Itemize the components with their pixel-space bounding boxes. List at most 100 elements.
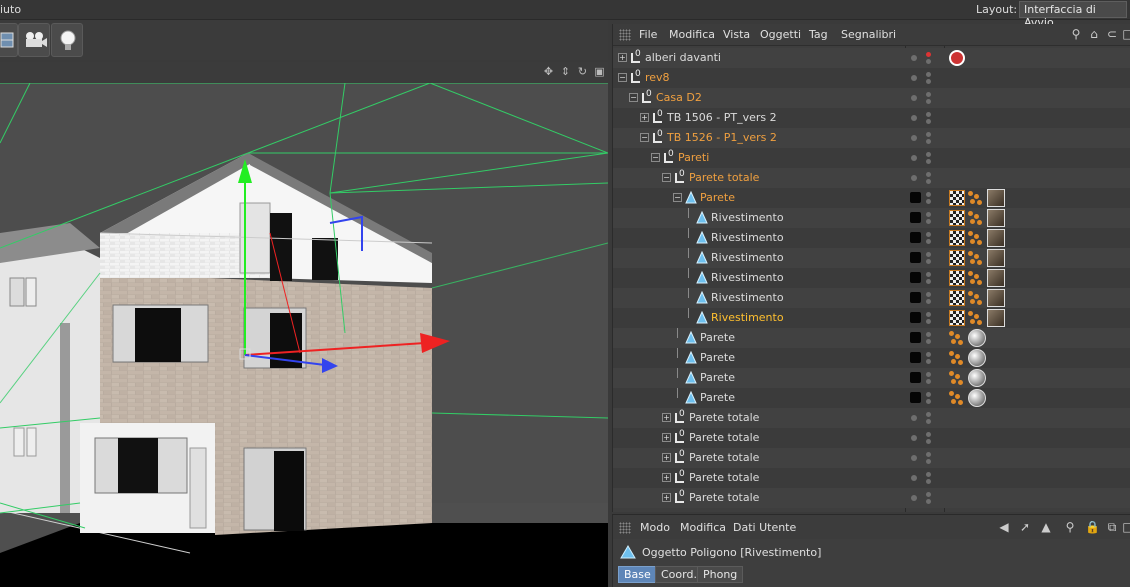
editor-visibility-dot[interactable]: [926, 299, 931, 304]
tree-row[interactable]: +0 Parete totale: [613, 468, 1130, 488]
render-visibility-dot[interactable]: [926, 192, 931, 197]
layout-dropdown[interactable]: Interfaccia di Avvio: [1019, 1, 1127, 29]
render-visibility-dot[interactable]: [926, 72, 931, 77]
tree-row[interactable]: Parete: [613, 368, 1130, 388]
object-name[interactable]: Rivestimento: [711, 311, 784, 324]
visibility-dot[interactable]: [911, 75, 917, 81]
editor-visibility-dot[interactable]: [926, 319, 931, 324]
expand-icon[interactable]: +: [662, 473, 671, 482]
menu-modifica[interactable]: Modifica: [669, 28, 715, 41]
object-name[interactable]: Parete totale: [689, 451, 759, 464]
display-color-swatch[interactable]: [910, 212, 921, 223]
render-visibility-dot[interactable]: [926, 292, 931, 297]
render-visibility-dot[interactable]: [926, 212, 931, 217]
material-tag-icon[interactable]: [987, 229, 1005, 247]
object-name[interactable]: Rivestimento: [711, 271, 784, 284]
menu-segnalibri[interactable]: Segnalibri: [841, 28, 896, 41]
material-tag-icon[interactable]: [987, 189, 1005, 207]
menu-tag[interactable]: Tag: [809, 28, 828, 41]
editor-visibility-dot[interactable]: [926, 479, 931, 484]
expand-icon[interactable]: □: [1121, 27, 1130, 41]
link-icon[interactable]: ⊂: [1105, 27, 1119, 41]
editor-visibility-dot[interactable]: [926, 99, 931, 104]
visibility-dot[interactable]: [911, 55, 917, 61]
object-name[interactable]: TB 1506 - PT_vers 2: [667, 111, 777, 124]
render-visibility-dot[interactable]: [926, 172, 931, 177]
visibility-dot[interactable]: [911, 175, 917, 181]
editor-visibility-dot[interactable]: [926, 139, 931, 144]
selection-tag-icon[interactable]: [949, 371, 965, 385]
expand-icon[interactable]: +: [662, 493, 671, 502]
display-color-swatch[interactable]: [910, 392, 921, 403]
object-name[interactable]: Parete: [700, 191, 735, 204]
editor-visibility-dot[interactable]: [926, 279, 931, 284]
visibility-dot[interactable]: [911, 95, 917, 101]
display-color-swatch[interactable]: [910, 352, 921, 363]
panel-grip-icon[interactable]: [619, 522, 631, 534]
tree-row[interactable]: +0 Parete totale: [613, 408, 1130, 428]
object-name[interactable]: Rivestimento: [711, 291, 784, 304]
selection-tag-icon[interactable]: [968, 311, 984, 325]
tree-row[interactable]: +0 Parete totale: [613, 428, 1130, 448]
object-name[interactable]: Parete totale: [689, 171, 759, 184]
expand-icon[interactable]: +: [662, 433, 671, 442]
selection-tag-icon[interactable]: [949, 351, 965, 365]
tree-row[interactable]: Rivestimento: [613, 208, 1130, 228]
new-window-icon[interactable]: ⧉: [1105, 520, 1119, 534]
tree-row[interactable]: +0 alberi davanti: [613, 48, 1130, 68]
object-name[interactable]: Parete totale: [689, 471, 759, 484]
render-visibility-dot[interactable]: [926, 492, 931, 497]
material-tag-icon[interactable]: [987, 249, 1005, 267]
editor-visibility-dot[interactable]: [926, 199, 931, 204]
tab-coord[interactable]: Coord.: [655, 566, 703, 583]
uvw-tag-icon[interactable]: [949, 250, 965, 266]
render-visibility-dot[interactable]: [926, 132, 931, 137]
render-visibility-dot[interactable]: [926, 432, 931, 437]
tree-row[interactable]: +0 Parete totale: [613, 488, 1130, 508]
render-visibility-dot[interactable]: [926, 232, 931, 237]
render-tag-icon[interactable]: [949, 50, 965, 66]
editor-visibility-dot[interactable]: [926, 119, 931, 124]
object-name[interactable]: Rivestimento: [711, 251, 784, 264]
tree-row[interactable]: − Parete: [613, 188, 1130, 208]
render-visibility-dot[interactable]: [926, 252, 931, 257]
tree-row[interactable]: Parete: [613, 348, 1130, 368]
selection-tag-icon[interactable]: [968, 271, 984, 285]
editor-visibility-dot[interactable]: [926, 259, 931, 264]
display-color-swatch[interactable]: [910, 192, 921, 203]
selection-tag-icon[interactable]: [968, 191, 984, 205]
object-name[interactable]: Parete: [700, 391, 735, 404]
menu-help[interactable]: iuto: [0, 3, 21, 16]
display-color-swatch[interactable]: [910, 272, 921, 283]
uvw-tag-icon[interactable]: [949, 230, 965, 246]
render-visibility-dot[interactable]: [926, 472, 931, 477]
editor-visibility-dot[interactable]: [926, 179, 931, 184]
object-name[interactable]: alberi davanti: [645, 51, 721, 64]
tab-base[interactable]: Base: [618, 566, 657, 583]
selection-tag-icon[interactable]: [968, 251, 984, 265]
render-visibility-dot[interactable]: [926, 372, 931, 377]
tree-row[interactable]: −0 rev8: [613, 68, 1130, 88]
visibility-dot[interactable]: [911, 115, 917, 121]
maximize-view-icon[interactable]: ▣: [593, 65, 606, 78]
object-name[interactable]: rev8: [645, 71, 670, 84]
move-view-icon[interactable]: ✥: [542, 65, 555, 78]
expand-icon[interactable]: +: [662, 453, 671, 462]
expand-icon[interactable]: +: [662, 413, 671, 422]
material-tag-icon[interactable]: [968, 389, 986, 407]
material-tag-icon[interactable]: [987, 289, 1005, 307]
tree-row[interactable]: Parete: [613, 328, 1130, 348]
editor-visibility-dot[interactable]: [926, 59, 931, 64]
object-name[interactable]: Parete totale: [689, 431, 759, 444]
tab-phong[interactable]: Phong: [697, 566, 744, 583]
menu-modifica-am[interactable]: Modifica: [680, 521, 726, 534]
zoom-view-icon[interactable]: ⇕: [559, 65, 572, 78]
selection-tag-icon[interactable]: [968, 291, 984, 305]
visibility-dot[interactable]: [911, 435, 917, 441]
selection-tag-icon[interactable]: [949, 331, 965, 345]
collapse-icon[interactable]: −: [640, 133, 649, 142]
expand-icon[interactable]: +: [618, 53, 627, 62]
menu-dati-utente[interactable]: Dati Utente: [733, 521, 796, 534]
editor-visibility-dot[interactable]: [926, 379, 931, 384]
render-visibility-dot[interactable]: [926, 352, 931, 357]
